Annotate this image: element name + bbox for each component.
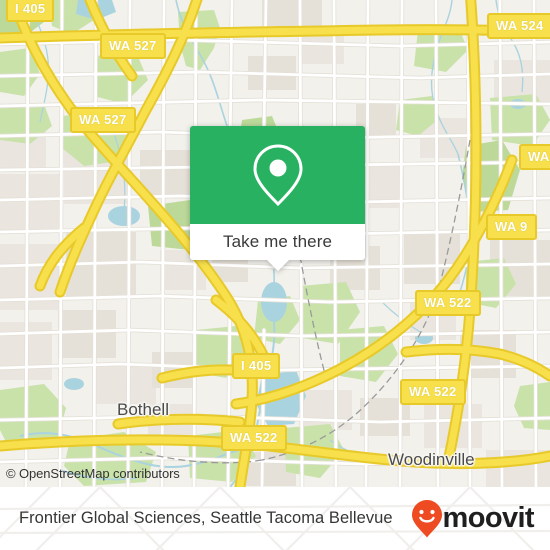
road-shield: I 405 xyxy=(232,353,281,379)
osm-attribution[interactable]: © OpenStreetMap contributors xyxy=(6,466,180,481)
callout-action-bar[interactable]: Take me there xyxy=(190,224,365,271)
road-shield: WA 527 xyxy=(70,107,136,133)
map-canvas[interactable]: .bg { fill:#f2f1ec; } .park { fill:#c9e2… xyxy=(0,0,550,487)
road-shield: WA 524 xyxy=(487,13,550,39)
callout-tail xyxy=(266,260,289,271)
take-me-there-callout[interactable]: Take me there xyxy=(190,126,365,271)
road-shield: WA 522 xyxy=(415,290,481,316)
footer-bar: Frontier Global Sciences, Seattle Tacoma… xyxy=(0,487,550,550)
road-shield: WA 9 xyxy=(486,214,537,240)
city-label-woodinville: Woodinville xyxy=(388,450,475,469)
moovit-logo[interactable]: moovit xyxy=(411,499,535,539)
road-shield: WA 527 xyxy=(100,33,166,59)
city-label-bothell: Bothell xyxy=(117,400,169,419)
place-title: Frontier Global Sciences, Seattle Tacoma… xyxy=(19,509,393,527)
map-screenshot: .bg { fill:#f2f1ec; } .park { fill:#c9e2… xyxy=(0,0,550,550)
moovit-wordmark: moovit xyxy=(442,501,535,534)
road-shield: I 405 xyxy=(6,0,55,22)
road-shield: WA 522 xyxy=(400,379,466,405)
callout-pin-panel xyxy=(190,126,365,224)
moovit-smiley-pin-icon xyxy=(411,499,442,537)
take-me-there-label: Take me there xyxy=(222,232,333,251)
road-shield: WA 5 xyxy=(519,144,550,170)
road-shield: WA 522 xyxy=(221,425,287,451)
location-pin-icon xyxy=(252,144,303,207)
